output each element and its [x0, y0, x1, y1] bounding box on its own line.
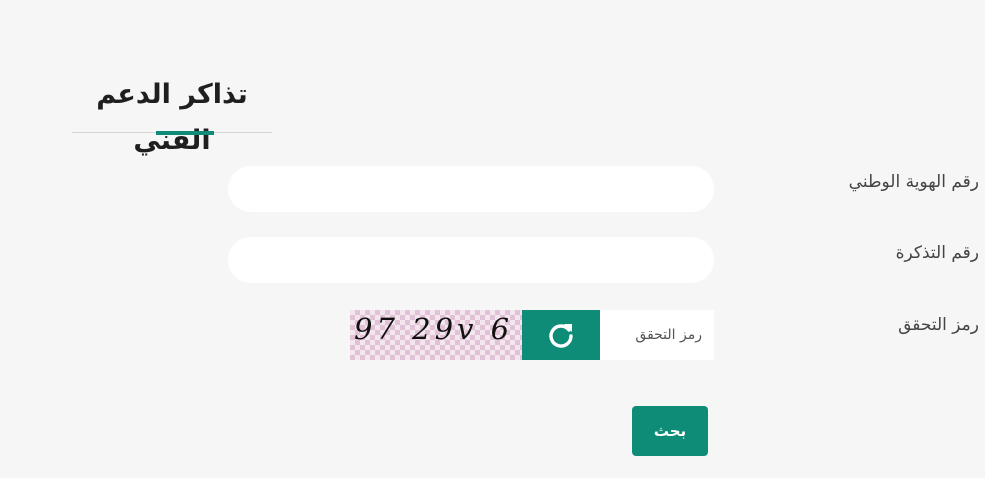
captcha-image: 97 29v 6 [350, 310, 522, 360]
captcha-input[interactable] [600, 310, 714, 360]
national-id-input[interactable] [228, 166, 714, 212]
captcha-image-text: 97 29v 6 [354, 312, 514, 346]
national-id-label: رقم الهوية الوطني [848, 172, 979, 192]
captcha-label: رمز التحقق [898, 315, 979, 335]
support-tickets-page: تذاكر الدعم الفني رقم الهوية الوطني رقم … [0, 0, 985, 478]
refresh-icon [549, 324, 573, 348]
captcha-row: 97 29v 6 [350, 310, 714, 360]
title-block: تذاكر الدعم الفني [72, 72, 272, 164]
search-button[interactable]: بحث [632, 406, 708, 456]
ticket-number-label: رقم التذكرة [895, 243, 979, 263]
captcha-refresh-button[interactable] [522, 310, 600, 360]
ticket-number-input[interactable] [228, 237, 714, 283]
page-title: تذاكر الدعم الفني [96, 79, 248, 156]
title-accent-bar [156, 131, 214, 135]
